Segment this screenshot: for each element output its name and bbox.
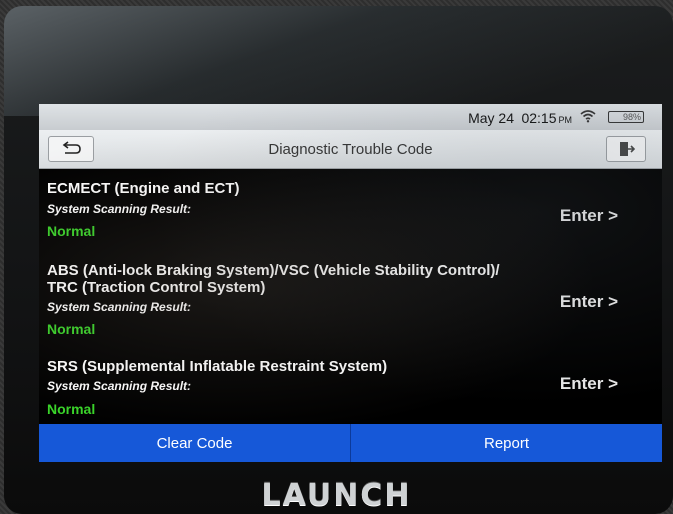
- device-brand-logo: LAUNCH: [261, 478, 412, 513]
- page-title: Diagnostic Trouble Code: [268, 141, 433, 158]
- wifi-icon: [580, 110, 596, 123]
- status-date: May 24: [468, 110, 514, 126]
- scan-result-label: System Scanning Result:: [47, 300, 192, 314]
- status-ampm: PM: [558, 115, 573, 125]
- system-item-ecmect[interactable]: ECMECT (Engine and ECT) System Scanning …: [39, 176, 662, 246]
- battery-icon: 98%: [608, 111, 644, 123]
- report-button[interactable]: Report: [351, 424, 662, 462]
- enter-button[interactable]: Enter >: [560, 292, 618, 312]
- system-name: ABS (Anti-lock Braking System)/VSC (Vehi…: [47, 262, 500, 296]
- scan-result-status: Normal: [47, 223, 96, 239]
- system-item-abs-vsc-trc[interactable]: ABS (Anti-lock Braking System)/VSC (Vehi…: [39, 258, 662, 340]
- system-item-srs[interactable]: SRS (Supplemental Inflatable Restraint S…: [39, 354, 662, 420]
- device-screen: May 24 02:15 PM 98% Diagnostic Trouble Co…: [39, 104, 662, 462]
- action-bar: Clear Code Report: [39, 424, 662, 462]
- status-time-value: 02:15: [521, 110, 557, 126]
- status-bar: May 24 02:15 PM 98%: [39, 104, 662, 130]
- clear-code-button[interactable]: Clear Code: [39, 424, 350, 462]
- exit-door-icon: [620, 142, 635, 156]
- battery-level: 98%: [622, 112, 641, 122]
- enter-button[interactable]: Enter >: [560, 206, 618, 226]
- enter-button[interactable]: Enter >: [560, 374, 618, 394]
- scan-result-label: System Scanning Result:: [47, 379, 192, 393]
- status-time: 02:15 PM: [521, 110, 572, 126]
- system-name: ECMECT (Engine and ECT): [47, 180, 240, 197]
- exit-button[interactable]: [606, 136, 646, 162]
- scan-result-status: Normal: [47, 321, 96, 337]
- title-bar: Diagnostic Trouble Code: [39, 130, 662, 169]
- scan-result-label: System Scanning Result:: [47, 202, 192, 216]
- system-name: SRS (Supplemental Inflatable Restraint S…: [47, 358, 388, 375]
- scan-result-status: Normal: [47, 401, 96, 417]
